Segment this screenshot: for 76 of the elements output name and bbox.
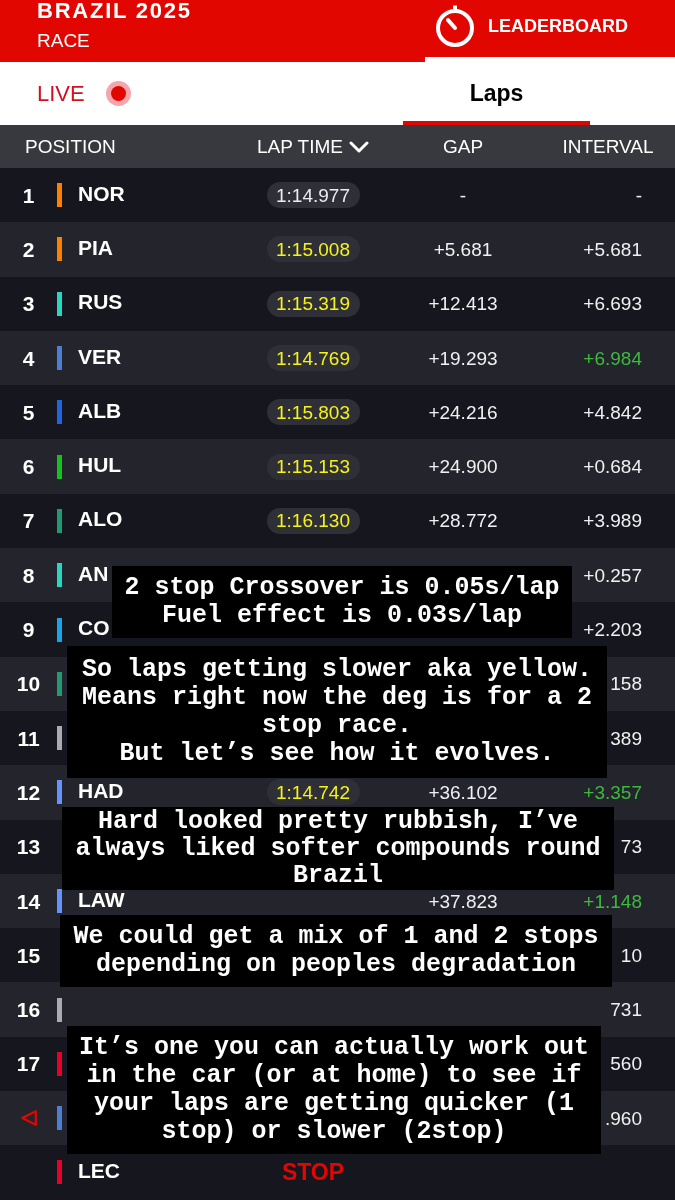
driver-code: AN bbox=[78, 561, 109, 585]
driver-code: ALO bbox=[78, 507, 123, 531]
gap-value: +37.823 bbox=[428, 891, 498, 911]
interval-value: 560 bbox=[610, 1054, 642, 1074]
caption-overlay: It’s one you can actually work out in the car (or at home) to see if your laps are getting quicker (1 stop) or slower (2stop) bbox=[67, 1026, 601, 1154]
column-header: GAP bbox=[442, 137, 484, 156]
driver-code: HAD bbox=[78, 778, 124, 802]
lap-time-pill: 1:14.769 bbox=[266, 345, 360, 372]
interval-value: +6.693 bbox=[583, 294, 642, 314]
position-number: 8 bbox=[22, 564, 35, 586]
driver-code: LEC bbox=[78, 1159, 120, 1182]
interval-value: - bbox=[635, 185, 642, 205]
gap-value: +5.681 bbox=[433, 239, 493, 259]
interval-value: +0.684 bbox=[583, 457, 642, 477]
driver-code: NOR bbox=[78, 181, 125, 205]
position-number: 16 bbox=[16, 999, 41, 1021]
position-number: 11 bbox=[17, 727, 40, 749]
live-label: LIVE bbox=[37, 82, 85, 105]
interval-value: +3.357 bbox=[583, 782, 642, 802]
position-number: 7 bbox=[22, 510, 35, 532]
position-number: 4 bbox=[22, 347, 35, 369]
position-number: 12 bbox=[16, 781, 41, 803]
position-number: 9 bbox=[22, 619, 35, 640]
position-number: 2 bbox=[22, 238, 35, 260]
driver-code: HUL bbox=[78, 453, 122, 477]
lap-time-pill: 1:16.130 bbox=[266, 507, 360, 534]
interval-value: 10 bbox=[620, 945, 642, 965]
interval-value: 73 bbox=[620, 837, 642, 857]
lap-time-pill: 1:14.742 bbox=[266, 779, 360, 806]
interval-value: +0.257 bbox=[583, 565, 642, 585]
interval-value: +3.989 bbox=[583, 511, 642, 531]
column-header: INTERVAL bbox=[562, 137, 654, 156]
interval-value: +1.148 bbox=[583, 891, 642, 911]
gap-value: +19.293 bbox=[428, 348, 498, 368]
driver-code: CO bbox=[78, 616, 110, 639]
session-label: RACE bbox=[37, 31, 91, 50]
interval-value: +5.681 bbox=[583, 239, 642, 259]
interval-value: 389 bbox=[610, 728, 642, 748]
interval-value: +4.842 bbox=[583, 402, 642, 422]
position-number: 14 bbox=[16, 890, 41, 912]
caption-overlay: We could get a mix of 1 and 2 stops depending on peoples degradation bbox=[60, 915, 612, 987]
position-number: 17 bbox=[16, 1053, 41, 1075]
caption-overlay: So laps getting slower aka yellow. Means right now the deg is for a 2 stop race. But let’s see how it evolves. bbox=[67, 646, 607, 778]
driver-code: PIA bbox=[78, 235, 113, 259]
caption-overlay: 2 stop Crossover is 0.05s/lap Fuel effect is 0.03s/lap bbox=[112, 566, 572, 638]
interval-value: +6.984 bbox=[583, 348, 642, 368]
driver-code: ALB bbox=[78, 398, 122, 422]
lap-time-pill: 1:15.319 bbox=[266, 290, 360, 317]
gap-value: +24.900 bbox=[428, 457, 498, 477]
gap-value: +24.216 bbox=[428, 402, 498, 422]
stop-status: STOP bbox=[281, 1161, 345, 1184]
lap-time-pill: 1:14.977 bbox=[266, 182, 360, 209]
lap-time-pill: 1:15.803 bbox=[266, 399, 360, 426]
column-header: POSITION bbox=[25, 137, 116, 156]
gap-value: +36.102 bbox=[428, 782, 498, 802]
gap-value: - bbox=[459, 185, 467, 205]
driver-code: LAW bbox=[78, 887, 125, 911]
position-number: 3 bbox=[22, 293, 35, 315]
position-number: 10 bbox=[16, 673, 41, 695]
interval-value: 158 bbox=[610, 674, 642, 694]
position-number: 5 bbox=[22, 401, 35, 423]
driver-code: RUS bbox=[78, 290, 123, 314]
interval-value: .960 bbox=[605, 1108, 642, 1128]
position-number: 13 bbox=[16, 836, 41, 858]
lap-time-pill: 1:15.008 bbox=[266, 236, 360, 263]
lap-time-pill: 1:15.153 bbox=[266, 453, 360, 480]
interval-value: +2.203 bbox=[583, 620, 642, 639]
position-number: 15 bbox=[16, 944, 41, 966]
position-number: 6 bbox=[22, 456, 35, 478]
position-number: 1 bbox=[22, 184, 35, 206]
interval-value: 731 bbox=[610, 1000, 642, 1020]
caption-overlay: Hard looked pretty rubbish, I’ve always liked softer compounds round Brazil bbox=[62, 807, 614, 890]
driver-code: VER bbox=[78, 344, 122, 368]
event-title: BRAZIL 2025 bbox=[37, 0, 192, 22]
gap-value: +28.772 bbox=[428, 511, 498, 531]
gap-value: +12.413 bbox=[428, 294, 498, 314]
